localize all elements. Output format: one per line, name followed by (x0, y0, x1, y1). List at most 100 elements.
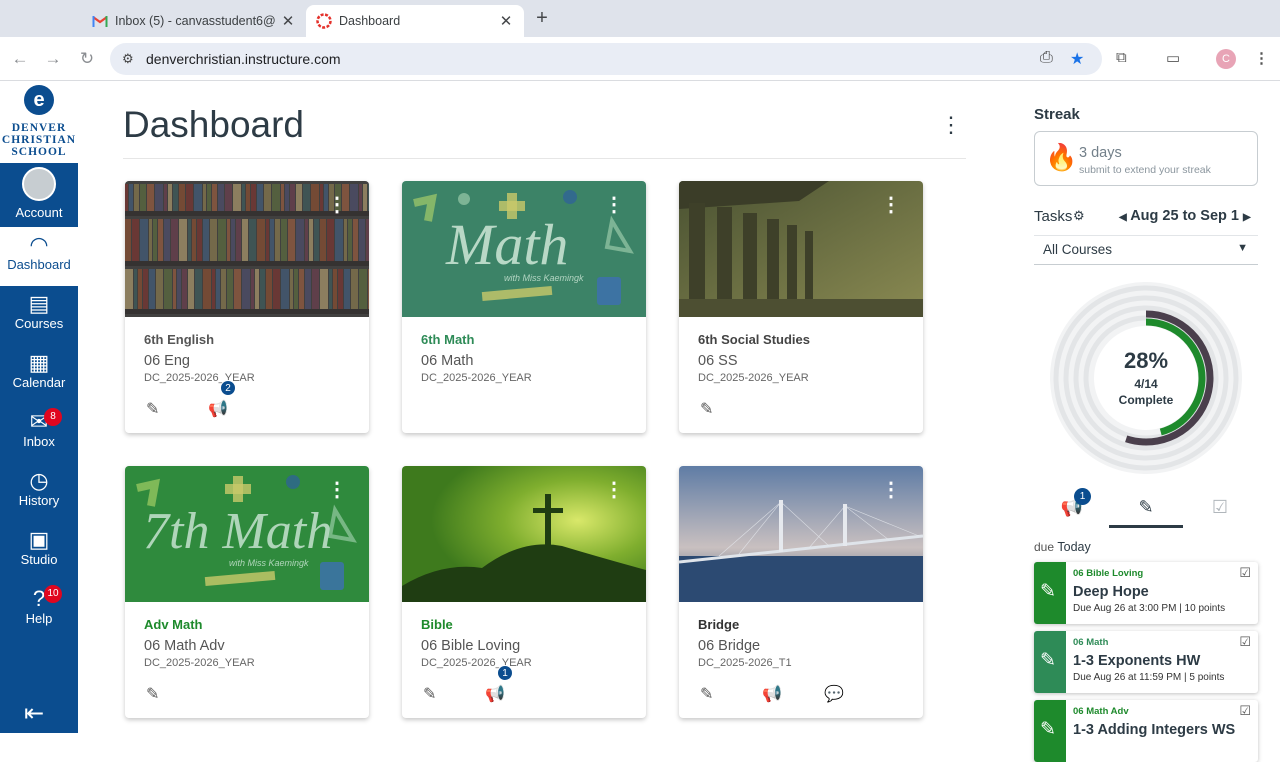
streak-box: 🔥 3 days submit to extend your streak (1034, 131, 1258, 186)
next-week-icon[interactable]: ▶ (1243, 212, 1251, 223)
nav-label: Inbox (23, 434, 55, 449)
browser-tab-dashboard[interactable]: Dashboard ✕ (306, 5, 524, 37)
bookmark-star-icon[interactable]: ★ (1070, 49, 1084, 69)
mark-done-icon[interactable]: ☑ (1239, 565, 1251, 581)
browser-tab-bar: Inbox (5) - canvasstudent6@ ✕ Dashboard … (0, 0, 1280, 37)
course-name[interactable]: 6th English (144, 332, 214, 347)
completed-tab-icon[interactable]: ☑ (1208, 497, 1232, 518)
assignments-icon[interactable]: ✎ (146, 399, 166, 419)
progress-percent: 28% (1123, 348, 1169, 373)
page-title: Dashboard (123, 104, 305, 145)
progress-ring: 28% 4/14 Complete (1046, 278, 1246, 478)
announcements-icon[interactable]: 📢 (485, 684, 505, 704)
tasks-settings-icon[interactable]: ⚙ (1073, 208, 1085, 224)
site-info-icon[interactable]: ⚙ (122, 51, 134, 67)
announcements-tab-badge: 1 (1074, 488, 1091, 505)
nav-label: Calendar (12, 375, 66, 390)
nav-dashboard[interactable]: ◠ Dashboard (0, 227, 78, 286)
mark-done-icon[interactable]: ☑ (1239, 634, 1251, 650)
course-card-bible[interactable]: ⋮ Bible 06 Bible Loving DC_2025-2026_YEA… (402, 466, 646, 718)
course-name[interactable]: 6th Social Studies (698, 332, 810, 347)
course-card-adv-math[interactable]: 7th Math with Miss Kaemingk ⋮ Adv Math 0… (125, 466, 369, 718)
assignments-tab-icon[interactable]: ✎ (1134, 497, 1158, 518)
inbox-icon: ✉ (29, 409, 49, 434)
nav-label: Account (15, 205, 63, 220)
card-options-icon[interactable]: ⋮ (327, 195, 347, 215)
task-title[interactable]: 1-3 Exponents HW (1073, 653, 1200, 669)
streak-days: 3 days (1079, 145, 1122, 161)
new-tab-icon[interactable]: + (533, 8, 551, 28)
nav-history[interactable]: ◷ History (0, 463, 78, 522)
cast-icon[interactable]: ▭ (1166, 49, 1180, 67)
collapse-nav-icon[interactable]: ⇤ (24, 699, 44, 728)
hero-lettering: Math (446, 212, 569, 277)
nav-studio[interactable]: ▣ Studio (0, 522, 78, 581)
dashboard-options-icon[interactable]: ⋮ (940, 112, 962, 138)
assignments-icon[interactable]: ✎ (700, 684, 720, 704)
reload-icon[interactable]: ↻ (76, 48, 98, 70)
nav-help[interactable]: ? Help 10 (0, 581, 78, 640)
tab-title: Inbox (5) - canvasstudent6@ (115, 14, 276, 28)
course-card-6th-social-studies[interactable]: ⋮ 6th Social Studies 06 SS DC_2025-2026_… (679, 181, 923, 433)
card-options-icon[interactable]: ⋮ (604, 480, 624, 500)
course-card-bridge[interactable]: ⋮ Bridge 06 Bridge DC_2025-2026_T1 ✎ 📢 💬 (679, 466, 923, 718)
assignments-icon[interactable]: ✎ (146, 684, 166, 704)
gmail-icon (92, 13, 108, 29)
due-today-heading: due Today (1034, 540, 1091, 554)
course-name[interactable]: 6th Math (421, 332, 474, 347)
browser-tab-gmail[interactable]: Inbox (5) - canvasstudent6@ ✕ (82, 5, 306, 37)
task-item[interactable]: ✎ 06 Math 1-3 Exponents HW Due Aug 26 at… (1034, 631, 1258, 693)
course-term: DC_2025-2026_YEAR (421, 657, 532, 669)
announcements-icon[interactable]: 📢 (762, 684, 782, 704)
extensions-icon[interactable]: ⧉ (1116, 49, 1127, 66)
course-name[interactable]: Adv Math (144, 617, 203, 632)
course-filter-select[interactable]: All Courses ▼ (1034, 235, 1258, 265)
card-options-icon[interactable]: ⋮ (881, 480, 901, 500)
url-text: denverchristian.instructure.com (146, 51, 341, 67)
nav-courses[interactable]: ▤ Courses (0, 286, 78, 345)
address-bar[interactable]: ⚙ denverchristian.instructure.com ⎙ ★ (110, 43, 1102, 75)
course-name[interactable]: Bible (421, 617, 453, 632)
browser-menu-icon[interactable]: ⋮ (1254, 49, 1269, 67)
announcements-badge: 2 (220, 380, 236, 396)
streak-heading: Streak (1034, 106, 1080, 123)
install-app-icon[interactable]: ⎙ (1040, 49, 1053, 67)
task-course: 06 Math Adv (1073, 706, 1129, 717)
previous-week-icon[interactable]: ◀ (1119, 212, 1127, 223)
card-options-icon[interactable]: ⋮ (604, 195, 624, 215)
nav-calendar[interactable]: ▦ Calendar (0, 345, 78, 404)
course-image-7th-math: 7th Math with Miss Kaemingk ⋮ (125, 466, 369, 602)
mark-done-icon[interactable]: ☑ (1239, 703, 1251, 719)
task-title[interactable]: Deep Hope (1073, 584, 1149, 600)
card-options-icon[interactable]: ⋮ (327, 480, 347, 500)
dropdown-arrow-icon: ▼ (1237, 242, 1248, 254)
assignments-icon[interactable]: ✎ (423, 684, 443, 704)
calendar-icon: ▦ (28, 350, 50, 375)
nav-account[interactable]: Account (0, 163, 78, 222)
course-code: 06 Bible Loving (421, 638, 521, 654)
discussions-icon[interactable]: 💬 (824, 684, 844, 704)
assignments-icon[interactable]: ✎ (700, 399, 720, 419)
task-title[interactable]: 1-3 Adding Integers WS (1073, 722, 1235, 738)
course-card-6th-english[interactable]: ⋮ 6th English 06 Eng DC_2025-2026_YEAR ✎… (125, 181, 369, 433)
forward-icon[interactable]: → (42, 48, 64, 70)
close-tab-icon[interactable]: ✕ (280, 12, 296, 30)
school-logo[interactable]: e DENVER CHRISTIAN SCHOOL (0, 81, 78, 163)
task-item[interactable]: ✎ 06 Bible Loving Deep Hope Due Aug 26 a… (1034, 562, 1258, 624)
announcements-icon[interactable]: 📢 (208, 399, 228, 419)
course-image-columns: ⋮ (679, 181, 923, 317)
card-options-icon[interactable]: ⋮ (881, 195, 901, 215)
course-name[interactable]: Bridge (698, 617, 739, 632)
assignment-icon: ✎ (1040, 650, 1056, 671)
course-term: DC_2025-2026_YEAR (144, 372, 255, 384)
date-range: Aug 25 to Sep 1 (1130, 208, 1239, 224)
task-item[interactable]: ✎ 06 Math Adv 1-3 Adding Integers WS ☑ (1034, 700, 1258, 762)
nav-inbox[interactable]: ✉ Inbox 8 (0, 404, 78, 463)
course-code: 06 Bridge (698, 638, 761, 654)
back-icon[interactable]: ← (9, 48, 31, 70)
profile-avatar[interactable]: C (1216, 49, 1236, 69)
progress-count: 4/14 (1134, 377, 1158, 391)
close-tab-icon[interactable]: ✕ (498, 12, 514, 30)
help-icon: ? (32, 586, 46, 611)
course-card-6th-math[interactable]: Math with Miss Kaemingk ⋮ 6th Math 06 Ma… (402, 181, 646, 433)
